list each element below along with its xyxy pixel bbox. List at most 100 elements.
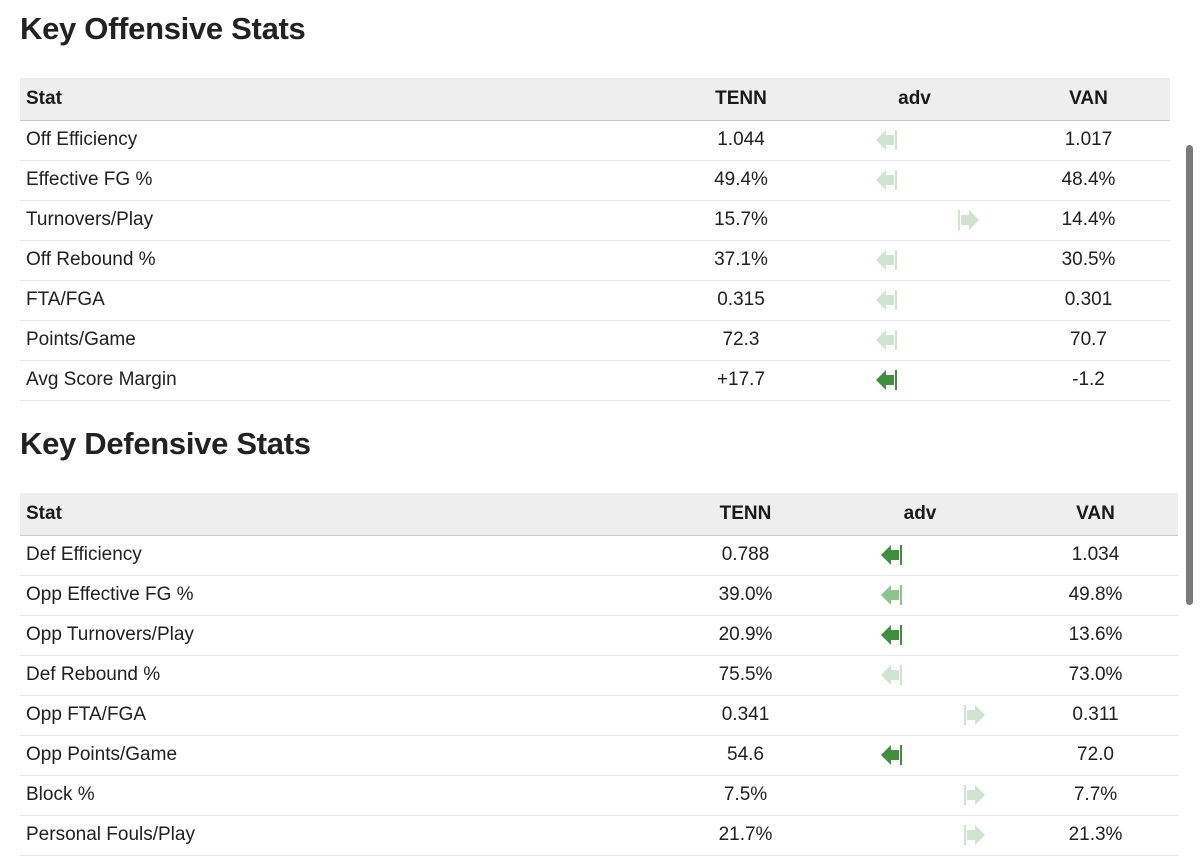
cell-van-value: 0.301	[1007, 280, 1170, 321]
page-title-offensive: Key Offensive Stats	[20, 11, 306, 46]
cell-tenn-value: 72.3	[660, 320, 822, 361]
arrow-left-icon	[879, 744, 905, 766]
cell-stat-name: Block %	[20, 775, 664, 816]
cell-tenn-value: 7.5%	[664, 775, 827, 816]
cell-stat-name: Points/Game	[20, 320, 660, 361]
column-header-tenn[interactable]: TENN	[664, 493, 827, 536]
cell-advantage	[827, 695, 1013, 736]
table-row: Off Rebound % 37.1% 30.5%	[20, 240, 1170, 281]
advantage-indicator	[827, 580, 1013, 610]
arrow-left-icon	[874, 289, 900, 311]
advantage-indicator	[822, 365, 1007, 395]
offensive-table-header: Stat TENN adv VAN	[20, 78, 1170, 121]
table-row: Turnovers/Play 15.7% 14.4%	[20, 200, 1170, 241]
page-scrollbar-track[interactable]	[1186, 60, 1197, 864]
cell-tenn-value: 37.1%	[660, 240, 822, 281]
arrow-left-icon	[874, 129, 900, 151]
table-row: FTA/FGA 0.315 0.301	[20, 280, 1170, 321]
cell-advantage	[827, 815, 1013, 856]
advantage-indicator	[827, 660, 1013, 690]
defensive-table-body: Def Efficiency 0.788 1.034 Opp Effective FG…	[20, 535, 1178, 856]
offensive-table-body: Off Efficiency 1.044 1.017 Effective FG % 49…	[20, 120, 1170, 401]
arrow-right-icon	[961, 784, 987, 806]
cell-stat-name: Opp FTA/FGA	[20, 695, 664, 736]
cell-advantage	[827, 775, 1013, 816]
cell-van-value: 1.017	[1007, 120, 1170, 161]
cell-advantage	[822, 240, 1007, 281]
cell-van-value: -1.2	[1007, 360, 1170, 401]
column-header-adv[interactable]: adv	[822, 78, 1007, 121]
arrow-right-icon	[961, 704, 987, 726]
arrow-left-icon	[879, 664, 905, 686]
cell-van-value: 7.7%	[1013, 775, 1178, 816]
arrow-left-icon	[879, 624, 905, 646]
arrow-left-icon	[874, 249, 900, 271]
arrow-left-icon	[874, 369, 900, 391]
cell-advantage	[822, 160, 1007, 201]
cell-van-value: 70.7	[1007, 320, 1170, 361]
cell-van-value: 30.5%	[1007, 240, 1170, 281]
cell-van-value: 0.311	[1013, 695, 1178, 736]
cell-tenn-value: 49.4%	[660, 160, 822, 201]
cell-tenn-value: 75.5%	[664, 655, 827, 696]
table-row: Points/Game 72.3 70.7	[20, 320, 1170, 361]
cell-stat-name: Personal Fouls/Play	[20, 815, 664, 856]
cell-van-value: 49.8%	[1013, 575, 1178, 616]
column-header-stat[interactable]: Stat	[20, 493, 664, 536]
cell-advantage	[822, 280, 1007, 321]
arrow-right-icon	[961, 824, 987, 846]
cell-tenn-value: 54.6	[664, 735, 827, 776]
defensive-stats-table: Stat TENN adv VAN Def Efficiency 0.788 1.0…	[20, 493, 1178, 856]
cell-tenn-value: 15.7%	[660, 200, 822, 241]
advantage-indicator	[827, 700, 1013, 730]
column-header-adv[interactable]: adv	[827, 493, 1013, 536]
cell-advantage	[827, 615, 1013, 656]
cell-van-value: 14.4%	[1007, 200, 1170, 241]
arrow-left-icon	[874, 329, 900, 351]
cell-stat-name: Def Rebound %	[20, 655, 664, 696]
advantage-indicator	[827, 540, 1013, 570]
cell-van-value: 72.0	[1013, 735, 1178, 776]
cell-van-value: 1.034	[1013, 535, 1178, 576]
cell-advantage	[827, 735, 1013, 776]
cell-van-value: 21.3%	[1013, 815, 1178, 856]
table-row: Avg Score Margin +17.7 -1.2	[20, 360, 1170, 401]
offensive-stats-table: Stat TENN adv VAN Off Efficiency 1.044 1.0…	[20, 78, 1170, 401]
advantage-indicator	[822, 285, 1007, 315]
table-row: Def Efficiency 0.788 1.034	[20, 535, 1178, 576]
cell-tenn-value: 0.315	[660, 280, 822, 321]
table-row: Off Efficiency 1.044 1.017	[20, 120, 1170, 161]
table-row: Effective FG % 49.4% 48.4%	[20, 160, 1170, 201]
column-header-van[interactable]: VAN	[1013, 493, 1178, 536]
cell-van-value: 48.4%	[1007, 160, 1170, 201]
cell-stat-name: Effective FG %	[20, 160, 660, 201]
cell-advantage	[822, 120, 1007, 161]
cell-advantage	[822, 200, 1007, 241]
cell-tenn-value: 0.788	[664, 535, 827, 576]
table-row: Def Rebound % 75.5% 73.0%	[20, 655, 1178, 696]
advantage-indicator	[827, 620, 1013, 650]
table-row: Opp FTA/FGA 0.341 0.311	[20, 695, 1178, 736]
page-scrollbar-thumb[interactable]	[1186, 145, 1193, 605]
cell-advantage	[822, 360, 1007, 401]
column-header-van[interactable]: VAN	[1007, 78, 1170, 121]
cell-stat-name: Opp Points/Game	[20, 735, 664, 776]
cell-stat-name: Turnovers/Play	[20, 200, 660, 241]
cell-tenn-value: 1.044	[660, 120, 822, 161]
column-header-stat[interactable]: Stat	[20, 78, 660, 121]
advantage-indicator	[822, 205, 1007, 235]
cell-advantage	[827, 535, 1013, 576]
cell-stat-name: Avg Score Margin	[20, 360, 660, 401]
cell-tenn-value: 0.341	[664, 695, 827, 736]
cell-tenn-value: +17.7	[660, 360, 822, 401]
advantage-indicator	[827, 780, 1013, 810]
cell-stat-name: Off Efficiency	[20, 120, 660, 161]
arrow-left-icon	[879, 584, 905, 606]
arrow-left-icon	[874, 169, 900, 191]
advantage-indicator	[822, 325, 1007, 355]
table-row: Opp Points/Game 54.6 72.0	[20, 735, 1178, 776]
cell-stat-name: Def Efficiency	[20, 535, 664, 576]
advantage-indicator	[827, 820, 1013, 850]
column-header-tenn[interactable]: TENN	[660, 78, 822, 121]
cell-van-value: 13.6%	[1013, 615, 1178, 656]
